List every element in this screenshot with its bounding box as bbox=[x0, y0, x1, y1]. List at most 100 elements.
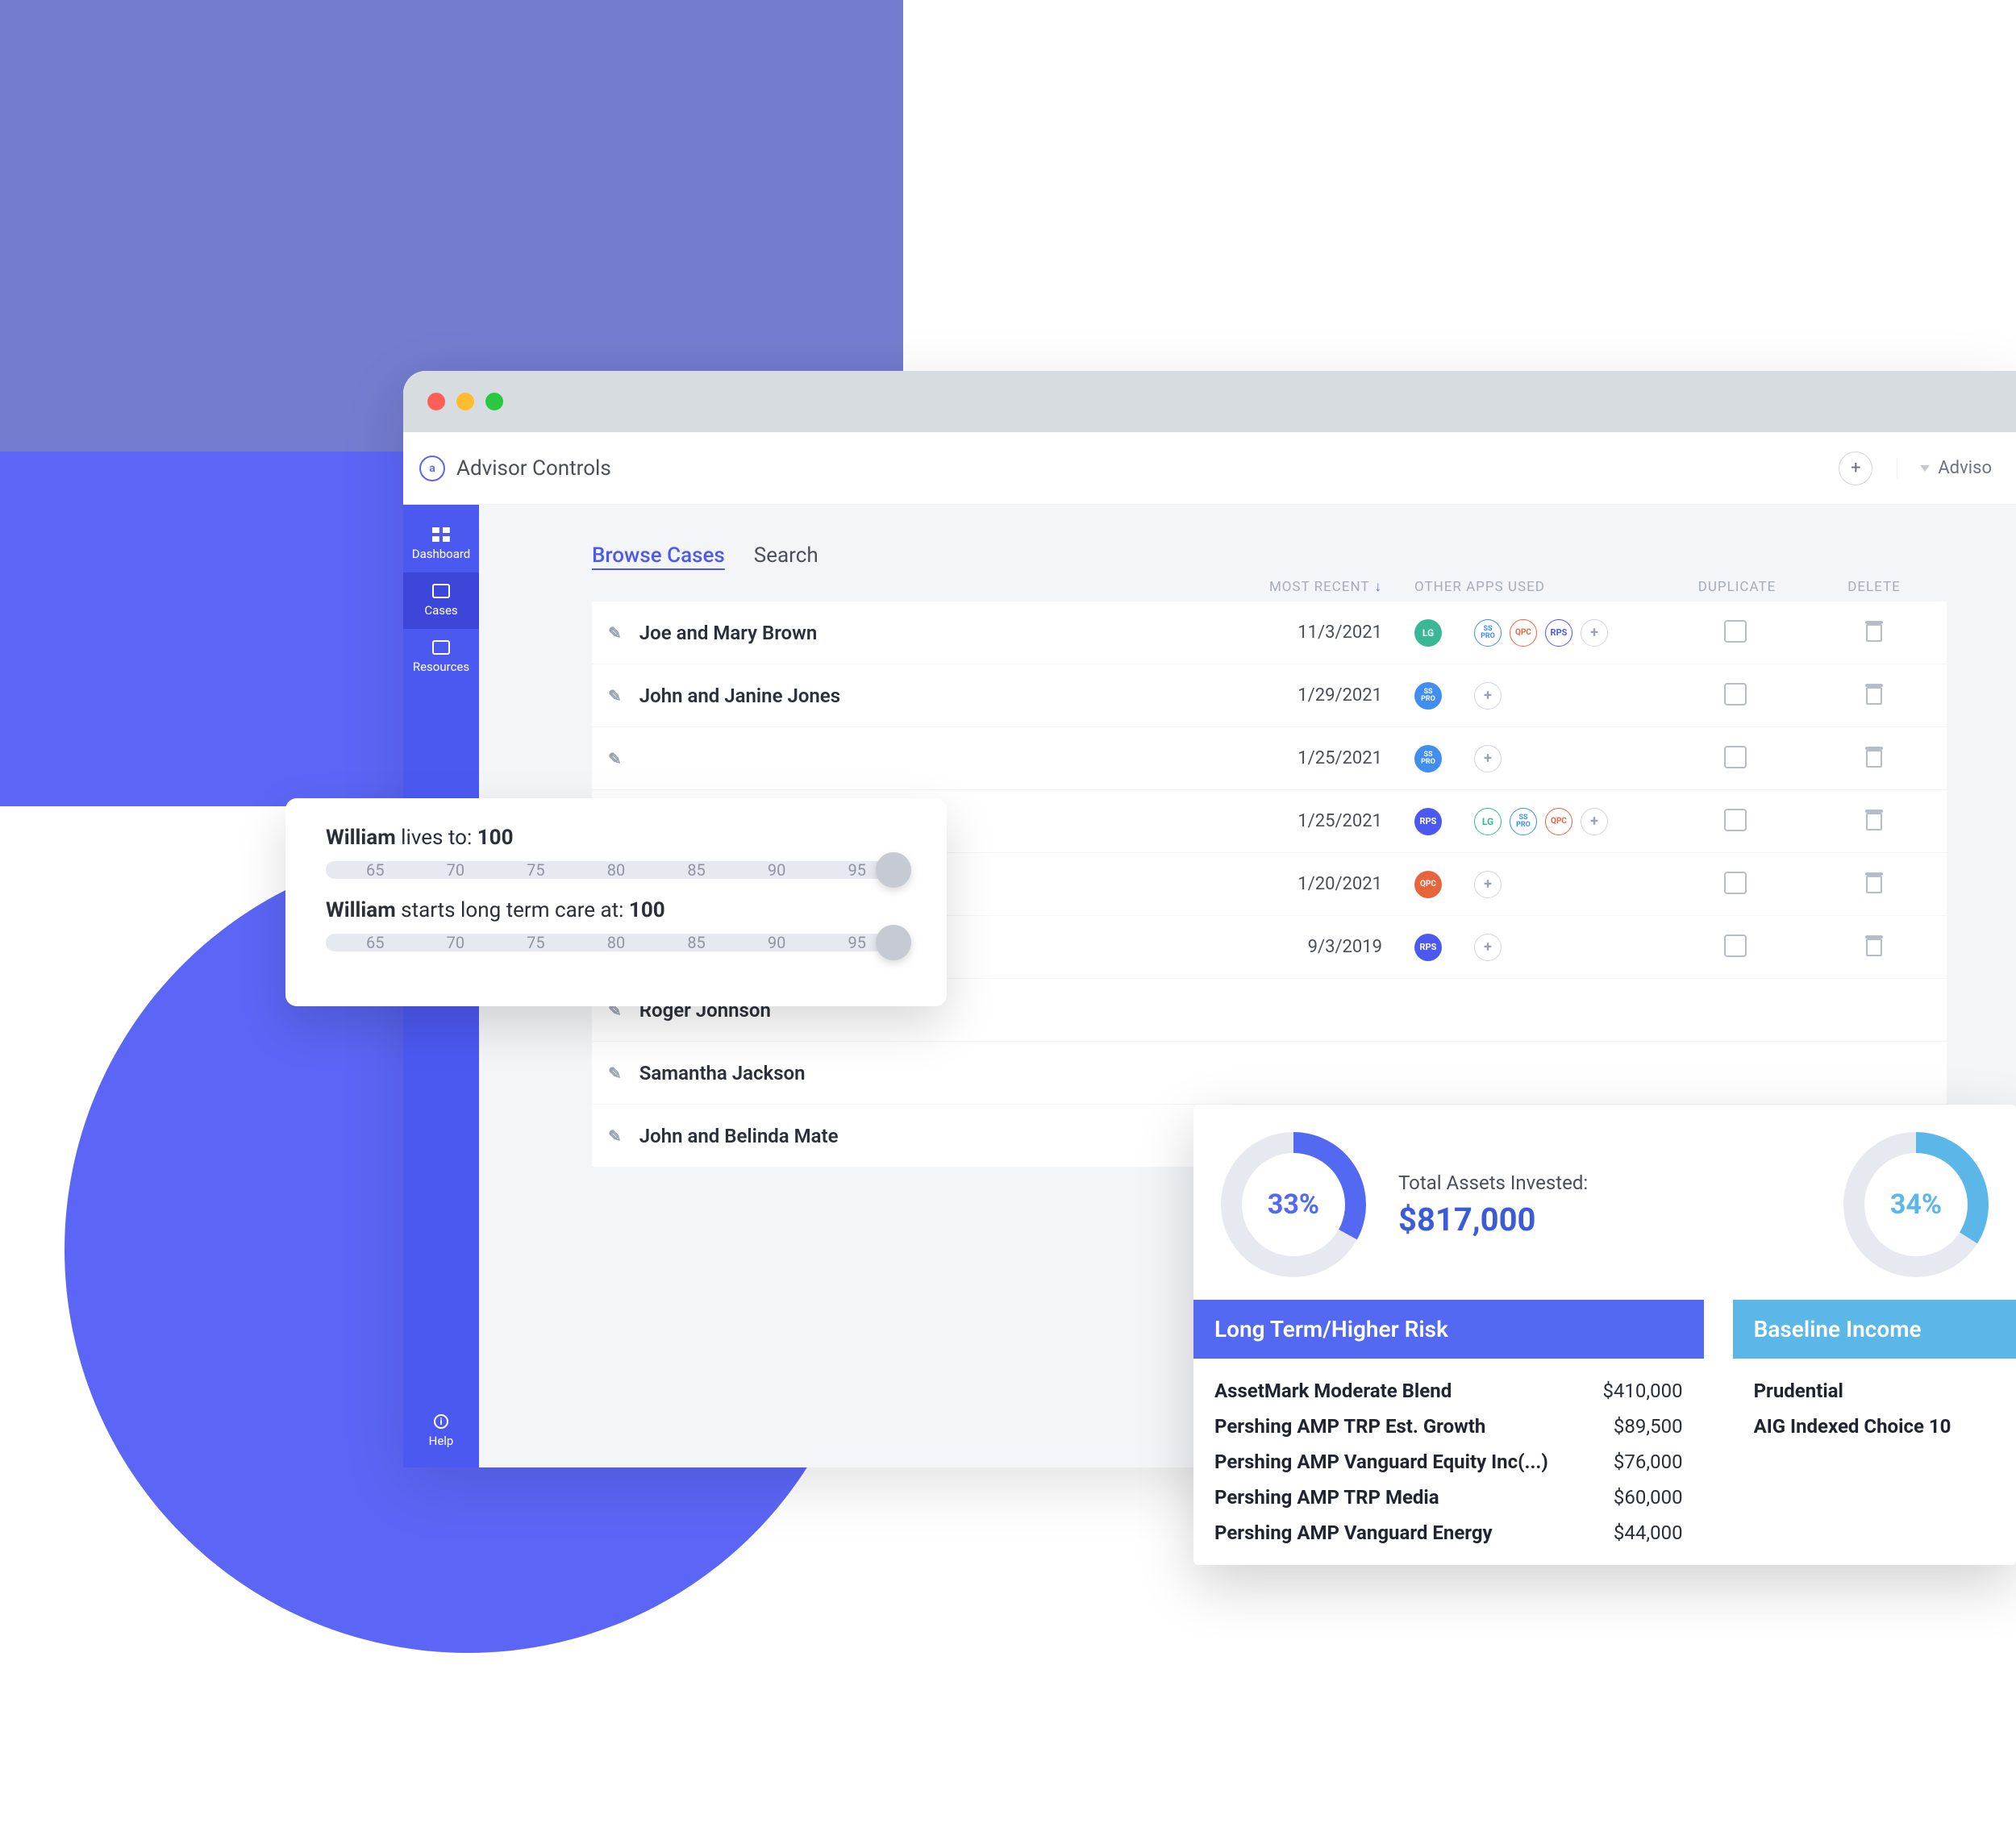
trash-icon[interactable] bbox=[1866, 813, 1882, 830]
panel-baseline-header: Baseline Income bbox=[1733, 1300, 2016, 1359]
app-badge-sspro[interactable]: SSPRO bbox=[1414, 745, 1442, 772]
sidebar-item-cases[interactable]: Cases bbox=[403, 572, 479, 629]
traffic-light-close[interactable] bbox=[427, 393, 445, 410]
sidebar-item-resources[interactable]: Resources bbox=[403, 629, 479, 685]
asset-row: Prudential bbox=[1754, 1373, 1995, 1409]
case-name: Samantha Jackson bbox=[639, 1062, 806, 1084]
trash-icon[interactable] bbox=[1866, 939, 1882, 956]
slider-thumb[interactable] bbox=[876, 852, 911, 888]
traffic-light-zoom[interactable] bbox=[485, 393, 503, 410]
asset-row: Pershing AMP TRP Media$60,000 bbox=[1214, 1480, 1683, 1515]
slider-lives-to[interactable]: 65707580859095 bbox=[326, 861, 906, 879]
add-app-button[interactable]: + bbox=[1581, 808, 1608, 835]
sidebar-item-help[interactable]: i Help bbox=[403, 1403, 479, 1467]
app-badge-sspro[interactable]: SSPRO bbox=[1414, 682, 1442, 710]
add-app-button[interactable]: + bbox=[1581, 619, 1608, 647]
slider-lives-to-label: William lives to: 100 bbox=[326, 826, 906, 850]
advisor-dropdown[interactable]: Adviso bbox=[1897, 458, 1992, 478]
edit-icon[interactable]: ✎ bbox=[608, 1126, 622, 1146]
asset-row: Pershing AMP Vanguard Energy$44,000 bbox=[1214, 1515, 1683, 1551]
add-app-button[interactable]: + bbox=[1474, 682, 1502, 710]
slider-tick: 95 bbox=[848, 933, 865, 952]
trash-icon[interactable] bbox=[1866, 624, 1882, 642]
table-row[interactable]: ✎ 1/25/2021 SSPRO + bbox=[592, 727, 1947, 790]
window-titlebar bbox=[403, 371, 2016, 432]
header-most-recent[interactable]: MOST RECENT bbox=[1269, 579, 1370, 595]
panel-long-term-header: Long Term/Higher Risk bbox=[1193, 1300, 1704, 1359]
brand-logo-icon: a bbox=[419, 456, 445, 481]
chevron-down-icon bbox=[1920, 465, 1930, 472]
asset-name: Pershing AMP TRP Media bbox=[1214, 1486, 1439, 1509]
add-button[interactable]: + bbox=[1839, 452, 1872, 485]
duplicate-icon[interactable] bbox=[1727, 686, 1747, 706]
app-badge-qpc[interactable]: QPC bbox=[1510, 619, 1537, 647]
column-headers: MOST RECENT↓ OTHER APPS USED DUPLICATE D… bbox=[592, 579, 1947, 595]
trash-icon[interactable] bbox=[1866, 750, 1882, 768]
asset-row: AssetMark Moderate Blend $410,000 bbox=[1214, 1373, 1683, 1409]
asset-name: AIG Indexed Choice 10 bbox=[1754, 1415, 1951, 1438]
sort-arrow-down-icon: ↓ bbox=[1375, 579, 1383, 595]
app-badge-rps[interactable]: RPS bbox=[1545, 619, 1572, 647]
add-app-button[interactable]: + bbox=[1474, 871, 1502, 898]
slider-ltc[interactable]: 65707580859095 bbox=[326, 934, 906, 951]
case-name: John and Belinda Mate bbox=[639, 1125, 839, 1147]
edit-icon[interactable]: ✎ bbox=[608, 623, 622, 643]
total-assets-value: $817,000 bbox=[1398, 1201, 1588, 1238]
app-badge-qpc[interactable]: QPC bbox=[1545, 808, 1572, 835]
slider-tick: 65 bbox=[366, 860, 384, 880]
slider-card: William lives to: 100 65707580859095 Wil… bbox=[285, 798, 947, 1006]
trash-icon[interactable] bbox=[1866, 687, 1882, 705]
table-row[interactable]: ✎ John and Janine Jones 1/29/2021 SSPRO + bbox=[592, 664, 1947, 727]
app-badge-sspro[interactable]: SSPRO bbox=[1510, 808, 1537, 835]
edit-icon[interactable]: ✎ bbox=[608, 686, 622, 706]
add-app-button[interactable]: + bbox=[1474, 934, 1502, 961]
slider-tick: 70 bbox=[447, 860, 464, 880]
slider-tick: 75 bbox=[527, 860, 544, 880]
asset-value: $410,000 bbox=[1602, 1380, 1682, 1402]
brand: a Advisor Controls bbox=[419, 456, 611, 481]
slider-tick: 85 bbox=[687, 860, 705, 880]
case-name: Joe and Mary Brown bbox=[639, 622, 817, 644]
edit-icon[interactable]: ✎ bbox=[608, 749, 622, 768]
sidebar-label: Help bbox=[429, 1434, 454, 1448]
duplicate-icon[interactable] bbox=[1727, 623, 1747, 643]
asset-row: Pershing AMP Vanguard Equity Inc(...)$76… bbox=[1214, 1444, 1683, 1480]
case-name: John and Janine Jones bbox=[639, 685, 840, 707]
header-delete: DELETE bbox=[1847, 579, 1901, 595]
add-app-button[interactable]: + bbox=[1474, 745, 1502, 772]
cases-icon bbox=[432, 584, 450, 598]
table-row[interactable]: ✎Joe and Mary Brown11/3/2021LGSSPROQPCRP… bbox=[592, 601, 1947, 664]
donut-baseline-pct: 34% bbox=[1890, 1188, 1942, 1221]
donut-long-term-pct: 33% bbox=[1268, 1188, 1319, 1221]
slider-tick: 80 bbox=[607, 860, 625, 880]
edit-icon[interactable]: ✎ bbox=[608, 1064, 622, 1083]
table-row[interactable]: ✎ Samantha Jackson bbox=[592, 1042, 1947, 1105]
tab-search[interactable]: Search bbox=[754, 543, 818, 568]
app-badge-lg[interactable]: LG bbox=[1414, 619, 1442, 647]
duplicate-icon[interactable] bbox=[1727, 812, 1747, 831]
duplicate-icon[interactable] bbox=[1727, 875, 1747, 894]
app-badge-lg[interactable]: LG bbox=[1474, 808, 1502, 835]
total-assets-label: Total Assets Invested: bbox=[1398, 1172, 1588, 1194]
app-badge-qpc[interactable]: QPC bbox=[1414, 871, 1442, 898]
app-badge-rps[interactable]: RPS bbox=[1414, 808, 1442, 835]
help-icon: i bbox=[434, 1414, 448, 1429]
slider-thumb[interactable] bbox=[876, 925, 911, 960]
advisor-dropdown-label: Adviso bbox=[1938, 458, 1992, 478]
slider-tick: 65 bbox=[366, 933, 384, 952]
brand-name: Advisor Controls bbox=[456, 456, 611, 481]
app-badge-rps[interactable]: RPS bbox=[1414, 934, 1442, 961]
trash-icon[interactable] bbox=[1866, 876, 1882, 893]
donut-baseline: 34% bbox=[1843, 1132, 1989, 1277]
sidebar-label: Dashboard bbox=[412, 547, 471, 561]
app-badge-sspro[interactable]: SSPRO bbox=[1474, 619, 1502, 647]
sidebar-item-dashboard[interactable]: Dashboard bbox=[403, 516, 479, 572]
case-date: 1/25/2021 bbox=[1189, 748, 1398, 768]
duplicate-icon[interactable] bbox=[1727, 938, 1747, 957]
asset-name: AssetMark Moderate Blend bbox=[1214, 1380, 1452, 1402]
case-date: 1/29/2021 bbox=[1189, 685, 1398, 706]
tab-browse-cases[interactable]: Browse Cases bbox=[592, 543, 725, 568]
duplicate-icon[interactable] bbox=[1727, 749, 1747, 768]
traffic-light-minimize[interactable] bbox=[456, 393, 474, 410]
asset-name: Pershing AMP Vanguard Equity Inc(...) bbox=[1214, 1451, 1548, 1473]
